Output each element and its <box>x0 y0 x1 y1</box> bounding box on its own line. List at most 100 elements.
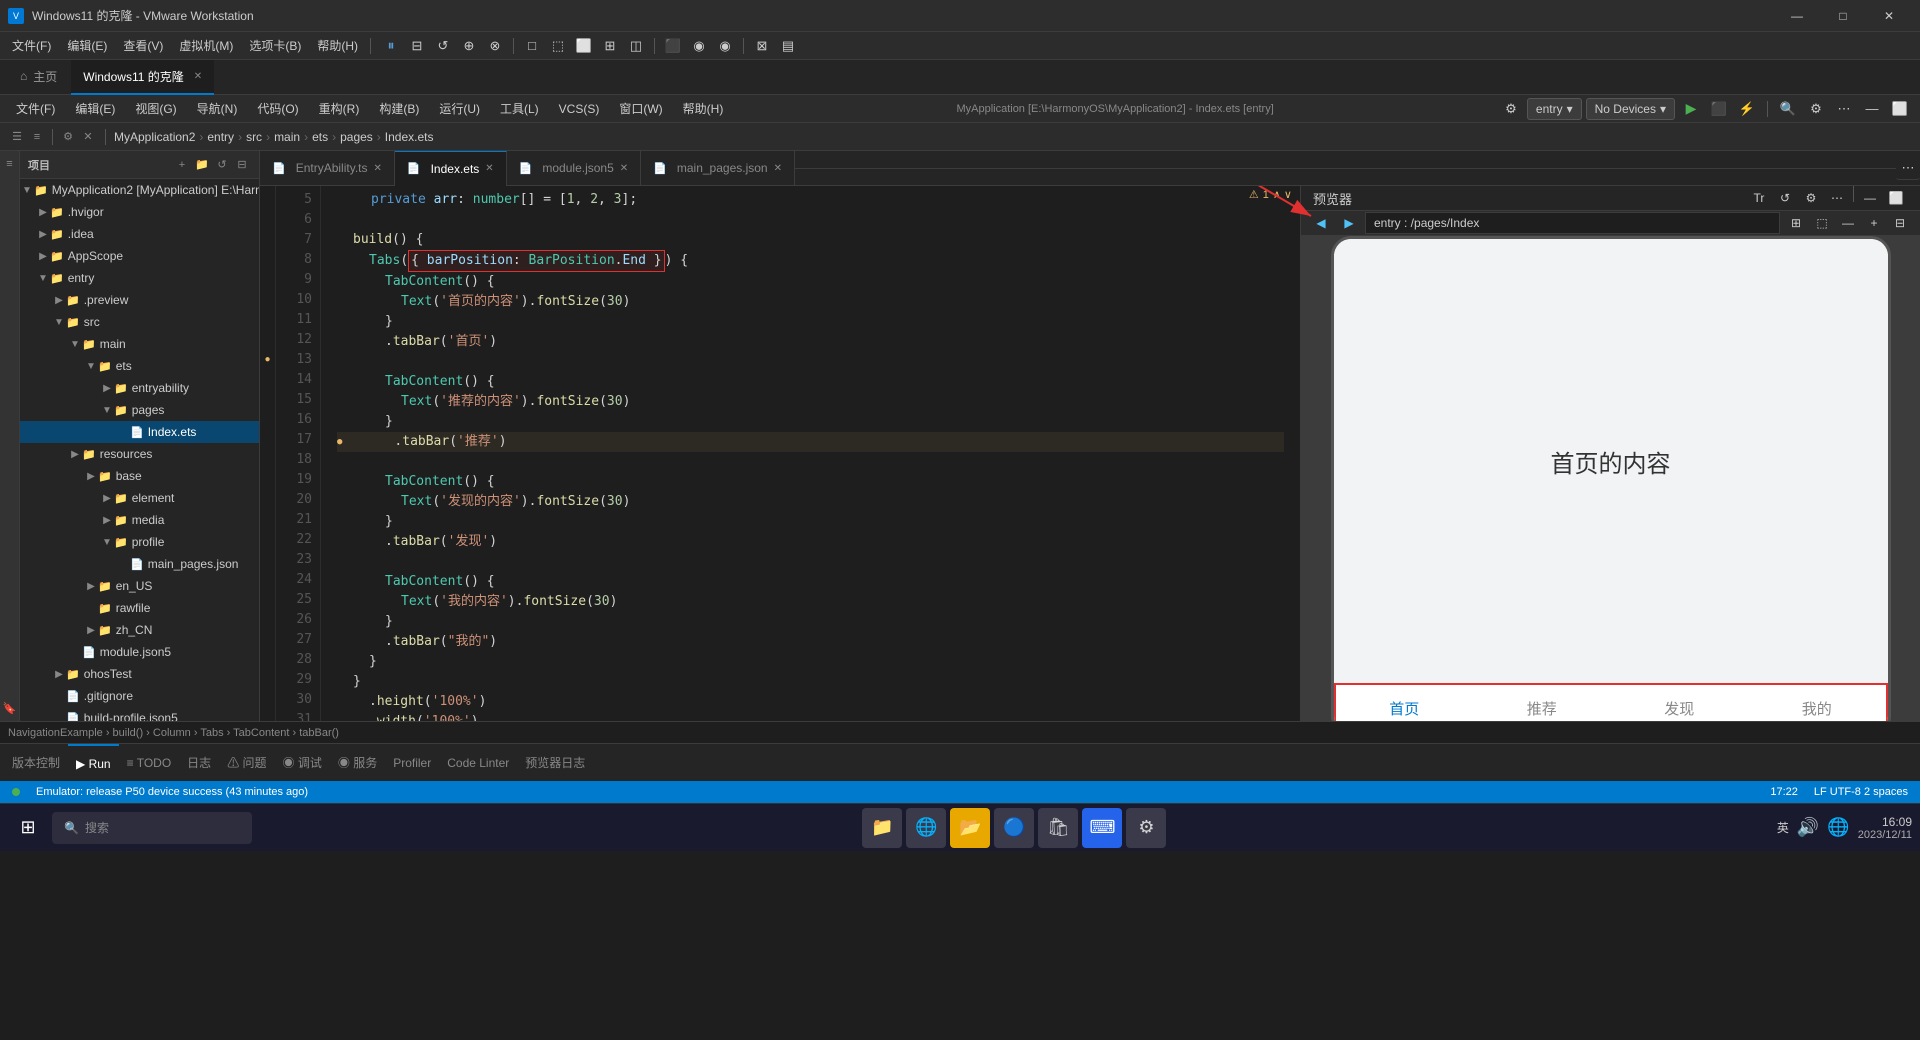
phone-tab-home[interactable]: 首页 <box>1336 698 1474 719</box>
toolbar-btn-14[interactable]: ▤ <box>776 34 800 58</box>
breadcrumb-ets[interactable]: ets <box>312 130 328 144</box>
device-selector[interactable]: No Devices ▾ <box>1586 98 1675 120</box>
menu-file[interactable]: 文件(F) <box>4 32 59 60</box>
tab-home[interactable]: ⌂ 主页 <box>8 60 69 95</box>
tree-item[interactable]: ▶ 📁 base <box>20 465 259 487</box>
phone-tab-mine[interactable]: 我的 <box>1748 698 1886 719</box>
bookmarks-icon[interactable]: 🔖 <box>1 699 19 717</box>
toolbar-btn-5[interactable]: □ <box>520 34 544 58</box>
toolbar-btn-1[interactable]: ⊟ <box>405 34 429 58</box>
code-content[interactable]: private arr: number[] = [1, 2, 3]; build… <box>321 186 1300 721</box>
deveco-menu-window[interactable]: 窗口(W) <box>611 95 670 123</box>
preview-refresh-btn[interactable]: ↺ <box>1773 186 1797 210</box>
close-button[interactable]: ✕ <box>1866 0 1912 32</box>
more-tabs-button[interactable]: ⋯ <box>1896 156 1920 180</box>
tab-close-2[interactable]: ✕ <box>485 163 493 174</box>
new-file-button[interactable]: + <box>173 156 191 174</box>
tab-main-pages[interactable]: 📄 main_pages.json ✕ <box>641 151 795 186</box>
toolbar-btn-7[interactable]: ⬜ <box>572 34 596 58</box>
toolbar-btn-3[interactable]: ⊕ <box>457 34 481 58</box>
menu-tab[interactable]: 选项卡(B) <box>241 32 309 60</box>
tree-item[interactable]: 📁 rawfile <box>20 597 259 619</box>
deveco-menu-nav[interactable]: 导航(N) <box>189 95 246 123</box>
settings-icon[interactable]: ⚙ <box>1499 97 1523 121</box>
tree-item[interactable]: 📄 main_pages.json <box>20 553 259 575</box>
deveco-menu-run[interactable]: 运行(U) <box>431 95 488 123</box>
bottom-tab-log[interactable]: 日志 <box>179 744 219 782</box>
deveco-menu-refactor[interactable]: 重构(R) <box>311 95 368 123</box>
tree-item[interactable]: ▶ 📁 zh_CN <box>20 619 259 641</box>
taskbar-app-vscode[interactable]: ⌨ <box>1082 808 1122 848</box>
menu-help[interactable]: 帮助(H) <box>309 32 366 60</box>
deveco-menu-vcs[interactable]: VCS(S) <box>551 95 608 123</box>
preview-close-btn[interactable]: — <box>1858 186 1882 210</box>
menu-vm[interactable]: 虚拟机(M) <box>171 32 241 60</box>
code-editor[interactable]: ⚠ 1 ∧ ∨ ● 5 6 7 8 9 10 11 <box>260 186 1300 721</box>
tree-item[interactable]: ▶ 📁 media <box>20 509 259 531</box>
toolbar-btn-2[interactable]: ↺ <box>431 34 455 58</box>
bottom-tab-linter[interactable]: Code Linter <box>439 744 517 782</box>
preview-more-btn[interactable]: ⋯ <box>1825 186 1849 210</box>
phone-tab-recommend[interactable]: 推荐 <box>1473 698 1611 719</box>
taskbar-network[interactable]: 🌐 <box>1827 817 1849 838</box>
run-button[interactable]: ▶ <box>1679 97 1703 121</box>
project-icon[interactable]: ≡ <box>1 155 19 173</box>
collapse-button[interactable]: — <box>1860 97 1884 121</box>
tab-entry-ability[interactable]: 📄 EntryAbility.ts ✕ <box>260 151 395 186</box>
maximize-button[interactable]: □ <box>1820 0 1866 32</box>
toolbar-btn-12[interactable]: ◉ <box>713 34 737 58</box>
expand-button[interactable]: ⬜ <box>1888 97 1912 121</box>
bottom-tab-preview-log[interactable]: 预览器日志 <box>517 744 593 782</box>
deveco-menu-edit[interactable]: 编辑(E) <box>67 95 123 123</box>
taskbar-app-folder[interactable]: 📂 <box>950 808 990 848</box>
tree-item[interactable]: ▶ 📁 en_US <box>20 575 259 597</box>
toolbar-btn-11[interactable]: ◉ <box>687 34 711 58</box>
refresh-button[interactable]: ↺ <box>213 156 231 174</box>
tree-item[interactable]: ▼ 📁 pages <box>20 399 259 421</box>
settings2-button[interactable]: ⚙ <box>1804 97 1828 121</box>
bottom-tab-services[interactable]: ◉ 服务 <box>330 744 385 782</box>
settings3-button[interactable]: ⚙ <box>59 128 77 146</box>
tree-item[interactable]: 📄 module.json5 <box>20 641 259 663</box>
toolbar-btn-10[interactable]: ⬛ <box>661 34 685 58</box>
tree-item[interactable]: ▼ 📁 src <box>20 311 259 333</box>
preview-expand-btn[interactable]: ⬜ <box>1884 186 1908 210</box>
new-folder-button[interactable]: 📁 <box>193 156 211 174</box>
bottom-tab-profiler[interactable]: Profiler <box>385 744 439 782</box>
minimize-button[interactable]: — <box>1774 0 1820 32</box>
preview-grid-btn[interactable]: ⊞ <box>1784 211 1808 235</box>
close-sidebar-button[interactable]: ✕ <box>79 128 97 146</box>
taskbar-app-edge[interactable]: 🔵 <box>994 808 1034 848</box>
taskbar-app-store[interactable]: 🛍 <box>1038 808 1078 848</box>
preview-settings-btn[interactable]: Tr <box>1747 186 1771 210</box>
deveco-menu-tools[interactable]: 工具(L) <box>492 95 547 123</box>
preview-layout-btn[interactable]: ⬚ <box>1810 211 1834 235</box>
tree-item-index[interactable]: 📄 Index.ets <box>20 421 259 443</box>
tree-item[interactable]: ▼ 📁 MyApplication2 [MyApplication] E:\Ha… <box>20 179 259 201</box>
tab-close-3[interactable]: ✕ <box>620 163 628 174</box>
breadcrumb-index[interactable]: Index.ets <box>385 130 434 144</box>
deveco-menu-help[interactable]: 帮助(H) <box>675 95 732 123</box>
toolbar-btn-6[interactable]: ⬚ <box>546 34 570 58</box>
toolbar-btn-8[interactable]: ⊞ <box>598 34 622 58</box>
preview-zoom-in[interactable]: + <box>1862 211 1886 235</box>
tree-item[interactable]: ▼ 📁 ets <box>20 355 259 377</box>
tree-item[interactable]: ▼ 📁 profile <box>20 531 259 553</box>
bottom-tab-debug[interactable]: ◉ 调试 <box>275 744 330 782</box>
start-button[interactable]: ⊞ <box>8 808 48 848</box>
tree-item[interactable]: 📄 .gitignore <box>20 685 259 707</box>
tree-item[interactable]: ▶ 📁 entryability <box>20 377 259 399</box>
entry-dropdown[interactable]: entry ▾ <box>1527 98 1582 120</box>
deveco-menu-file[interactable]: 文件(F) <box>8 95 63 123</box>
taskbar-app-1[interactable]: 📁 <box>862 808 902 848</box>
preview-nav-left[interactable]: ◀ <box>1309 211 1333 235</box>
phone-tab-discover[interactable]: 发现 <box>1611 698 1749 719</box>
deveco-menu-build[interactable]: 构建(B) <box>371 95 427 123</box>
tab-close-4[interactable]: ✕ <box>774 163 782 174</box>
breadcrumb-src[interactable]: src <box>246 130 262 144</box>
bottom-tab-vcs[interactable]: 版本控制 <box>4 744 68 782</box>
breadcrumb-entry[interactable]: entry <box>207 130 234 144</box>
preview-config-btn[interactable]: ⚙ <box>1799 186 1823 210</box>
taskbar-app-deveco[interactable]: ⚙ <box>1126 808 1166 848</box>
preview-nav-right[interactable]: ▶ <box>1337 211 1361 235</box>
